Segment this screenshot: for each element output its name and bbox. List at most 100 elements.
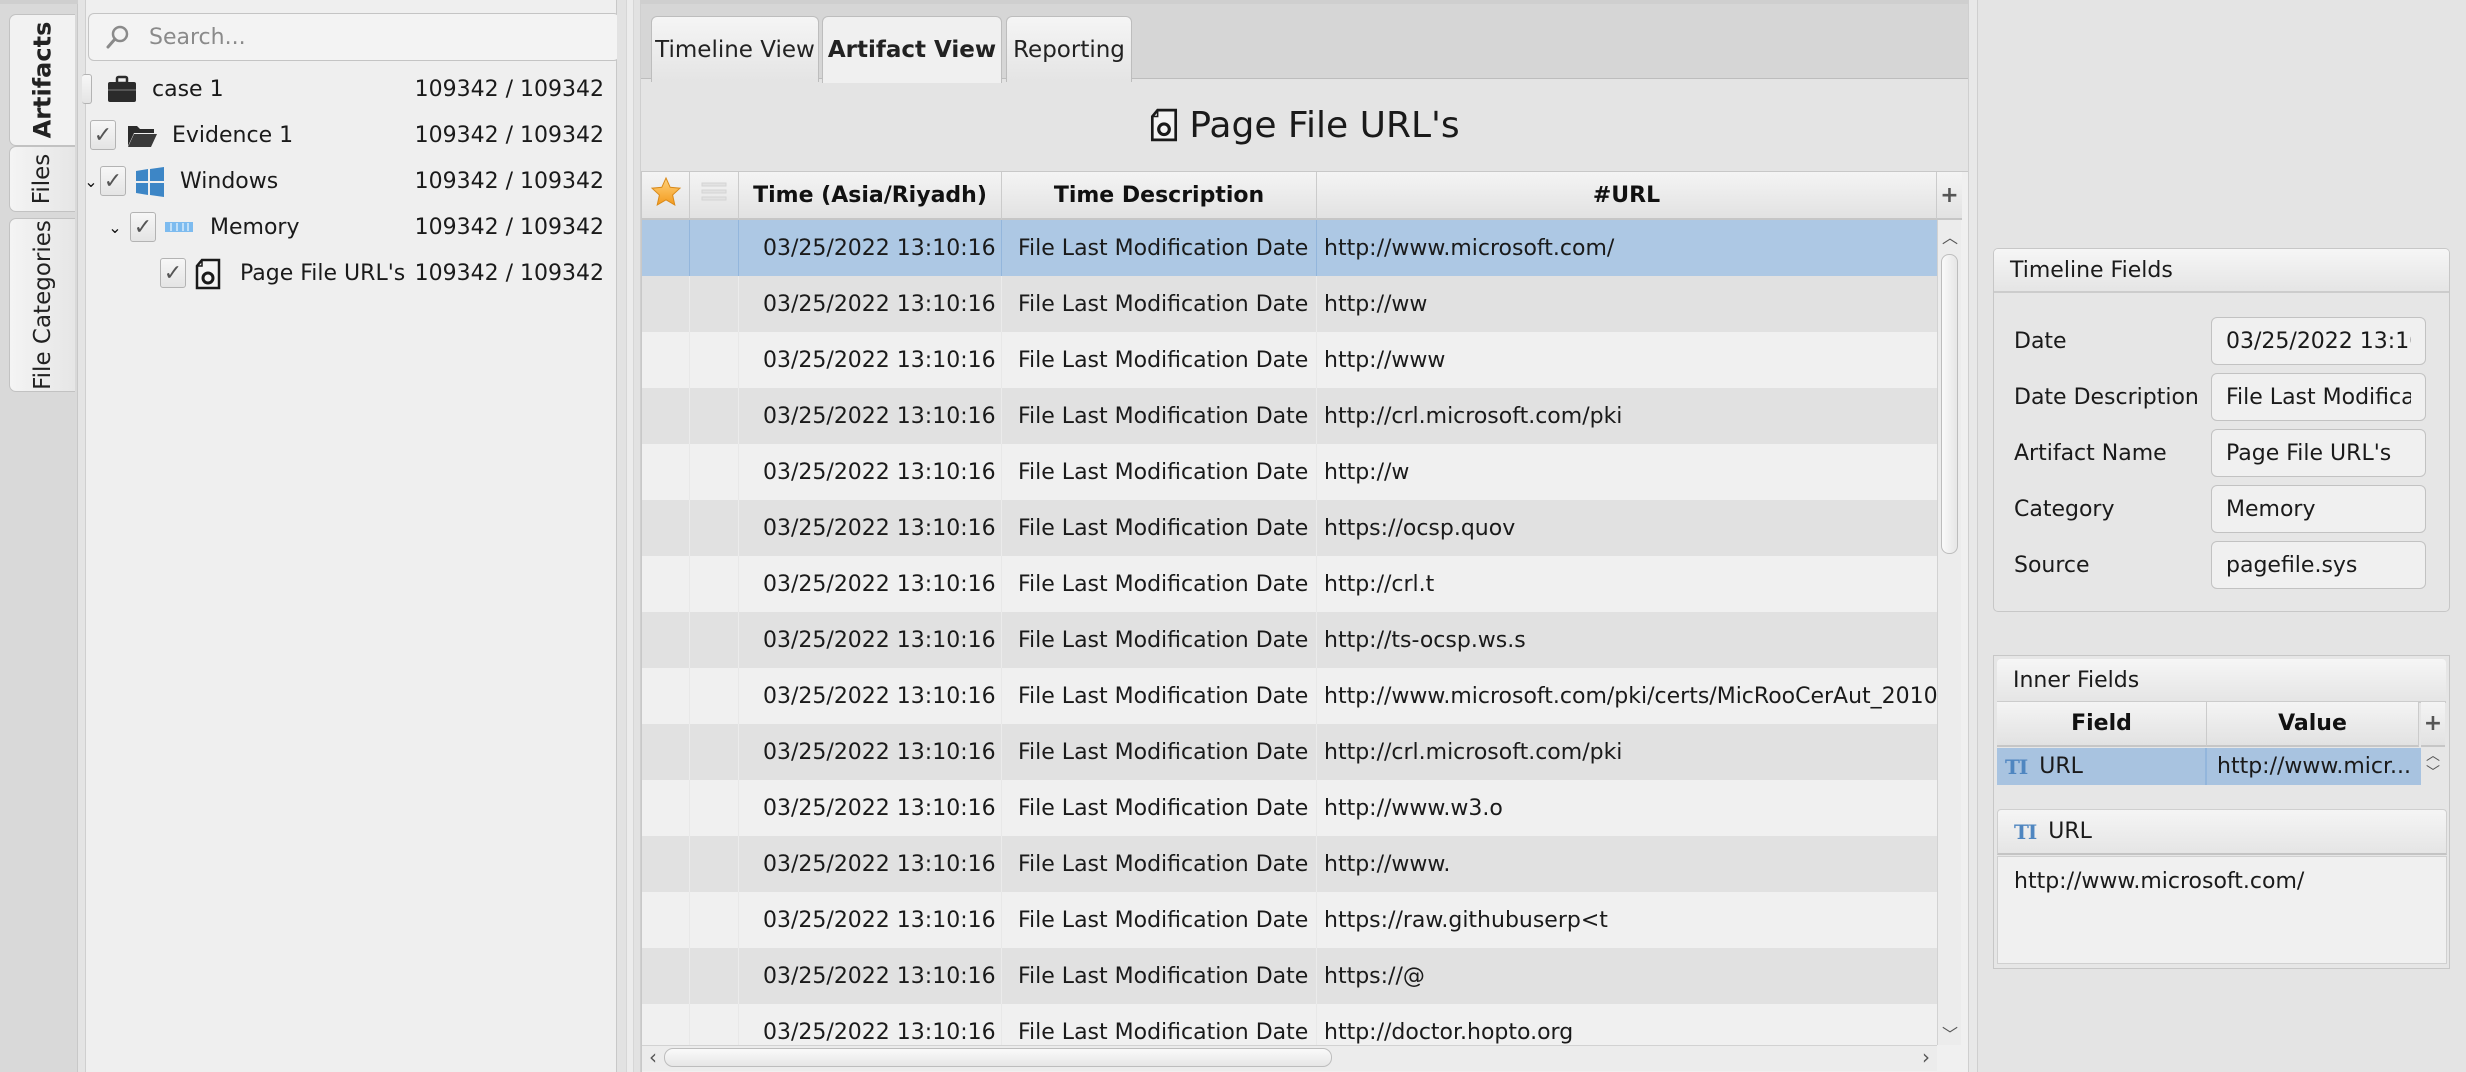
- artifact-name-field[interactable]: [2211, 429, 2426, 477]
- table-row[interactable]: 03/25/2022 13:10:16 File Last Modificatio…: [642, 388, 1937, 444]
- side-tab-file-categories[interactable]: File Categories: [9, 218, 75, 392]
- scroll-up-icon[interactable]: ︿: [2421, 748, 2445, 765]
- tree-checkbox[interactable]: ✓: [130, 212, 156, 242]
- menu-cell: [690, 276, 739, 332]
- table-row[interactable]: 03/25/2022 13:10:16 File Last Modificatio…: [642, 948, 1937, 1004]
- tree-item-evidence[interactable]: ✓ Evidence 1 109342 / 109342: [86, 112, 618, 158]
- time-cell: 03/25/2022 13:10:16: [739, 780, 1002, 836]
- vertical-scrollbar[interactable]: ︿ ﹀: [1937, 220, 1961, 1045]
- scroll-down-icon[interactable]: ﹀: [1938, 1021, 1962, 1044]
- column-header-label: #URL: [1592, 182, 1661, 208]
- time-cell: 03/25/2022 13:10:16: [739, 948, 1002, 1004]
- time-cell: 03/25/2022 13:10:16: [739, 556, 1002, 612]
- tree-item-windows[interactable]: ⌄ ✓ Windows 109342 / 109342: [84, 158, 618, 204]
- column-header-field[interactable]: Field: [1997, 702, 2207, 747]
- scroll-down-icon[interactable]: ﹀: [2421, 765, 2445, 782]
- bookmark-cell: [642, 1004, 690, 1045]
- search-icon: [105, 24, 131, 50]
- column-header-menu[interactable]: [690, 172, 739, 220]
- tab-artifact-view[interactable]: Artifact View: [822, 16, 1002, 83]
- tree-checkbox[interactable]: ✓: [90, 120, 116, 150]
- side-tab-label: File Categories: [29, 220, 56, 390]
- category-field[interactable]: [2211, 485, 2426, 533]
- menu-cell: [690, 220, 739, 276]
- column-header-time[interactable]: Time (Asia/Riyadh): [739, 172, 1002, 220]
- inner-field-value: http://www.micr...: [2217, 754, 2411, 779]
- vertical-scroll-thumb[interactable]: [1941, 254, 1958, 554]
- panel-title: Timeline Fields: [2010, 257, 2173, 283]
- bookmark-cell: [642, 332, 690, 388]
- column-header-label: Field: [2071, 711, 2132, 736]
- inner-field-row[interactable]: TⅠ URL http://www.micr...: [1997, 748, 2421, 785]
- date-field[interactable]: [2211, 317, 2426, 365]
- tab-label: Reporting: [1013, 36, 1125, 63]
- tree-item-page-file-urls[interactable]: ✓ Page File URL's 109342 / 109342: [86, 250, 618, 296]
- right-panel-splitter[interactable]: [1968, 0, 1978, 1072]
- column-header-label: Value: [2278, 711, 2347, 736]
- tree-item-case[interactable]: case 1 109342 / 109342: [82, 66, 618, 112]
- menu-cell: [690, 892, 739, 948]
- expand-chevron-icon[interactable]: ⌄: [82, 172, 100, 191]
- column-header-url[interactable]: #URL: [1317, 172, 1937, 220]
- bookmark-cell: [642, 276, 690, 332]
- url-cell: https://raw.githubuserp<t: [1324, 907, 1608, 933]
- table-row[interactable]: 03/25/2022 13:10:16 File Last Modificatio…: [642, 444, 1937, 500]
- table-row[interactable]: 03/25/2022 13:10:16 File Last Modificatio…: [642, 332, 1937, 388]
- tab-timeline-view[interactable]: Timeline View: [651, 16, 819, 82]
- table-row[interactable]: 03/25/2022 13:10:16 File Last Modificatio…: [642, 668, 1937, 724]
- table-row[interactable]: 03/25/2022 13:10:16 File Last Modificatio…: [642, 556, 1937, 612]
- inner-fields-scrollbar[interactable]: ︿ ﹀: [2421, 748, 2445, 785]
- tree-item-count: 109342 / 109342: [414, 260, 604, 286]
- column-header-time-description[interactable]: Time Description: [1002, 172, 1317, 220]
- side-tab-artifacts[interactable]: Artifacts: [9, 14, 75, 146]
- time-description-cell: File Last Modification Date: [1002, 388, 1317, 444]
- time-description-cell: File Last Modification Date: [1002, 444, 1317, 500]
- tree-checkbox[interactable]: ✓: [160, 258, 186, 288]
- column-header-value[interactable]: Value: [2207, 702, 2419, 747]
- table-row[interactable]: 03/25/2022 13:10:16 File Last Modificatio…: [642, 892, 1937, 948]
- scroll-left-icon[interactable]: ‹: [642, 1046, 664, 1070]
- table-row[interactable]: 03/25/2022 13:10:16 File Last Modificatio…: [642, 500, 1937, 556]
- search-box[interactable]: [88, 13, 620, 61]
- field-row-date-description: Date Description: [2014, 373, 2434, 421]
- add-column-button[interactable]: +: [2421, 702, 2445, 747]
- tab-reporting[interactable]: Reporting: [1006, 16, 1132, 82]
- table-row[interactable]: 03/25/2022 13:10:16 File Last Modificatio…: [642, 276, 1937, 332]
- date-description-field[interactable]: [2211, 373, 2426, 421]
- memory-icon: [164, 212, 196, 242]
- side-tab-label: Artifacts: [28, 21, 57, 139]
- column-header-label: Time Description: [1053, 182, 1265, 208]
- field-detail-header: TⅠ URL: [1997, 809, 2447, 855]
- time-cell: 03/25/2022 13:10:16: [739, 220, 1002, 276]
- source-field[interactable]: [2211, 541, 2426, 589]
- bookmark-cell: [642, 612, 690, 668]
- add-column-button[interactable]: +: [1937, 172, 1962, 220]
- search-input[interactable]: [149, 24, 589, 50]
- briefcase-icon: [106, 74, 138, 104]
- table-row[interactable]: 03/25/2022 13:10:16 File Last Modificatio…: [642, 836, 1937, 892]
- table-row[interactable]: 03/25/2022 13:10:16 File Last Modificatio…: [642, 780, 1937, 836]
- side-tab-strip-top: [0, 0, 78, 4]
- scroll-right-icon[interactable]: ›: [1915, 1046, 1937, 1070]
- scroll-up-icon[interactable]: ︿: [1938, 224, 1962, 247]
- table-row[interactable]: 03/25/2022 13:10:16 File Last Modificatio…: [642, 724, 1937, 780]
- table-row[interactable]: 03/25/2022 13:10:16 File Last Modificatio…: [642, 612, 1937, 668]
- table-row[interactable]: 03/25/2022 13:10:16 File Last Modificatio…: [642, 1004, 1937, 1045]
- horizontal-scroll-thumb[interactable]: [664, 1048, 1332, 1067]
- side-tab-files[interactable]: Files: [9, 146, 75, 212]
- tree-checkbox[interactable]: ✓: [100, 166, 126, 196]
- bookmark-cell: [642, 724, 690, 780]
- panel-splitter[interactable]: [617, 0, 641, 1072]
- table-row[interactable]: 03/25/2022 13:10:16 File Last Modificatio…: [642, 220, 1937, 276]
- tree-checkbox[interactable]: [82, 74, 92, 104]
- text-field-icon: TⅠ: [2014, 819, 2037, 844]
- tree-item-memory[interactable]: ⌄ ✓ Memory 109342 / 109342: [86, 204, 618, 250]
- menu-lines-icon: [701, 181, 727, 209]
- horizontal-scrollbar[interactable]: ‹ ›: [642, 1045, 1937, 1071]
- field-detail-value[interactable]: http://www.microsoft.com/: [1997, 856, 2447, 964]
- column-header-bookmark[interactable]: [642, 172, 690, 220]
- expand-chevron-icon[interactable]: ⌄: [104, 218, 126, 237]
- time-cell: 03/25/2022 13:10:16: [739, 1004, 1002, 1045]
- timeline-fields-panel: Timeline Fields Date Date Description Ar…: [1993, 248, 2450, 612]
- field-label: Date: [2014, 328, 2067, 354]
